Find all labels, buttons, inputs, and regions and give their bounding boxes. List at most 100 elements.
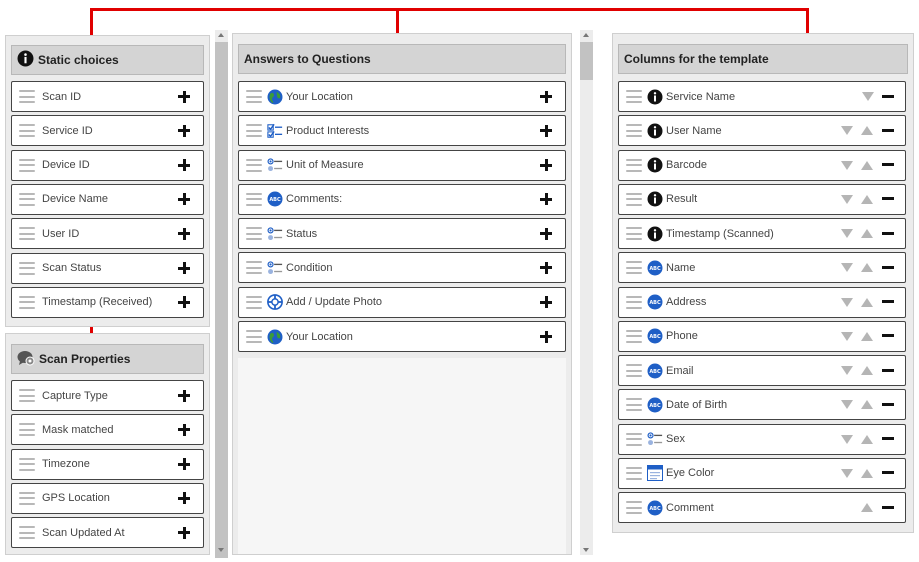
remove-minus-icon[interactable] <box>882 192 895 206</box>
static-choice-item[interactable]: Device Name <box>11 183 204 215</box>
remove-minus-icon[interactable] <box>882 398 895 412</box>
static-choice-item[interactable]: Scan Status <box>11 252 204 284</box>
add-plus-icon[interactable] <box>178 526 192 540</box>
middle-scrollbar[interactable] <box>580 30 593 555</box>
scan-property-item[interactable]: Scan Updated At <box>11 517 204 548</box>
add-plus-icon[interactable] <box>178 491 192 505</box>
scan-property-item[interactable]: GPS Location <box>11 482 204 514</box>
move-up-arrow-icon[interactable] <box>861 263 873 273</box>
drag-handle-icon[interactable] <box>246 261 262 275</box>
scroll-up-arrow-icon[interactable] <box>218 33 224 37</box>
move-down-arrow-icon[interactable] <box>841 263 853 273</box>
scan-property-item[interactable]: Capture Type <box>11 380 204 411</box>
move-up-arrow-icon[interactable] <box>861 160 873 170</box>
add-plus-icon[interactable] <box>178 457 192 471</box>
scroll-down-arrow-icon[interactable] <box>583 548 589 552</box>
drag-handle-icon[interactable] <box>19 227 35 241</box>
move-up-arrow-icon[interactable] <box>861 229 873 238</box>
template-column-item[interactable]: ABC Name <box>618 252 906 284</box>
drag-handle-icon[interactable] <box>246 227 262 241</box>
drag-handle-icon[interactable] <box>19 295 35 309</box>
template-column-item[interactable]: Barcode <box>618 149 906 181</box>
remove-minus-icon[interactable] <box>882 227 895 241</box>
move-down-arrow-icon[interactable] <box>841 468 853 478</box>
left-scrollbar[interactable] <box>215 30 228 558</box>
drag-handle-icon[interactable] <box>626 501 642 514</box>
scan-property-item[interactable]: Timezone <box>11 448 204 480</box>
drag-handle-icon[interactable] <box>626 227 642 240</box>
drag-handle-icon[interactable] <box>246 90 262 103</box>
template-column-item[interactable]: ABC Comment <box>618 492 906 523</box>
template-column-item[interactable]: User Name <box>618 115 906 147</box>
drag-handle-icon[interactable] <box>19 526 35 539</box>
drag-handle-icon[interactable] <box>246 330 262 344</box>
move-up-arrow-icon[interactable] <box>861 331 873 341</box>
drag-handle-icon[interactable] <box>626 261 642 275</box>
static-choice-item[interactable]: Service ID <box>11 115 204 147</box>
remove-minus-icon[interactable] <box>882 261 895 275</box>
template-column-item[interactable]: Result <box>618 183 906 215</box>
template-column-item[interactable]: ABC Email <box>618 355 906 386</box>
template-column-item[interactable]: ABC Address <box>618 286 906 318</box>
add-plus-icon[interactable] <box>178 227 192 241</box>
answer-item[interactable]: Unit of Measure <box>238 149 566 181</box>
move-down-arrow-icon[interactable] <box>841 400 853 410</box>
move-down-arrow-icon[interactable] <box>841 194 853 204</box>
static-choice-item[interactable]: Device ID <box>11 149 204 181</box>
template-column-item[interactable]: ABC Date of Birth <box>618 389 906 421</box>
drag-handle-icon[interactable] <box>19 389 35 402</box>
drag-handle-icon[interactable] <box>626 329 642 343</box>
drag-handle-icon[interactable] <box>626 295 642 309</box>
add-plus-icon[interactable] <box>540 158 554 172</box>
drag-handle-icon[interactable] <box>626 398 642 412</box>
answer-item[interactable]: Status <box>238 218 566 250</box>
move-up-arrow-icon[interactable] <box>861 366 873 375</box>
add-plus-icon[interactable] <box>178 90 192 104</box>
drag-handle-icon[interactable] <box>626 432 642 446</box>
add-plus-icon[interactable] <box>178 389 192 403</box>
remove-minus-icon[interactable] <box>882 329 895 343</box>
add-plus-icon[interactable] <box>540 295 554 309</box>
drag-handle-icon[interactable] <box>626 192 642 206</box>
drag-handle-icon[interactable] <box>19 491 35 505</box>
move-up-arrow-icon[interactable] <box>861 126 873 136</box>
move-down-arrow-icon[interactable] <box>841 297 853 307</box>
scan-property-item[interactable]: Mask matched <box>11 414 204 446</box>
left-scrollbar-thumb[interactable] <box>215 42 228 558</box>
move-down-arrow-icon[interactable] <box>841 366 853 375</box>
drag-handle-icon[interactable] <box>626 90 642 103</box>
remove-minus-icon[interactable] <box>882 432 895 446</box>
middle-scrollbar-thumb[interactable] <box>580 42 593 80</box>
move-down-arrow-icon[interactable] <box>841 331 853 341</box>
add-plus-icon[interactable] <box>540 90 554 104</box>
add-plus-icon[interactable] <box>178 124 192 138</box>
drag-handle-icon[interactable] <box>626 466 642 480</box>
drag-handle-icon[interactable] <box>19 457 35 471</box>
answer-item[interactable]: Your Location <box>238 81 566 112</box>
add-plus-icon[interactable] <box>540 227 554 241</box>
move-down-arrow-icon[interactable] <box>841 126 853 136</box>
move-down-arrow-icon[interactable] <box>862 92 874 101</box>
move-down-arrow-icon[interactable] <box>841 434 853 444</box>
add-plus-icon[interactable] <box>178 295 192 309</box>
drag-handle-icon[interactable] <box>19 423 35 437</box>
add-plus-icon[interactable] <box>178 261 192 275</box>
move-up-arrow-icon[interactable] <box>861 400 873 410</box>
template-column-item[interactable]: Service Name <box>618 81 906 112</box>
add-plus-icon[interactable] <box>540 124 554 138</box>
drag-handle-icon[interactable] <box>626 364 642 377</box>
answer-item[interactable]: Your Location <box>238 321 566 353</box>
static-choice-item[interactable]: Scan ID <box>11 81 204 112</box>
move-up-arrow-icon[interactable] <box>861 434 873 444</box>
move-up-arrow-icon[interactable] <box>861 194 873 204</box>
move-up-arrow-icon[interactable] <box>861 297 873 307</box>
remove-minus-icon[interactable] <box>882 295 895 309</box>
template-column-item[interactable]: ABC Phone <box>618 320 906 352</box>
move-up-arrow-icon[interactable] <box>861 468 873 478</box>
drag-handle-icon[interactable] <box>246 124 262 138</box>
static-choice-item[interactable]: Timestamp (Received) <box>11 286 204 318</box>
static-choice-item[interactable]: User ID <box>11 218 204 250</box>
scroll-up-arrow-icon[interactable] <box>583 33 589 37</box>
add-plus-icon[interactable] <box>540 261 554 275</box>
drag-handle-icon[interactable] <box>19 261 35 275</box>
